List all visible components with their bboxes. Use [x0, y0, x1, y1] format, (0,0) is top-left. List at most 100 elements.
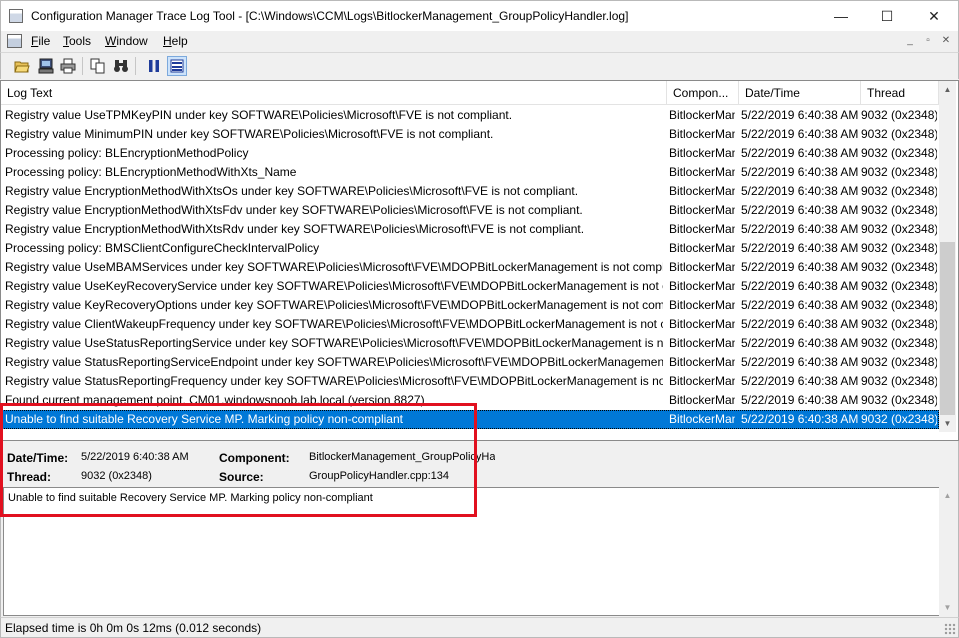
- log-row-datetime: 5/22/2019 6:40:38 AM: [741, 279, 859, 293]
- log-row[interactable]: Processing policy: BLEncryptionMethodWit…: [1, 163, 939, 182]
- log-row[interactable]: Registry value UseStatusReportingService…: [1, 334, 939, 353]
- thread-value: 9032 (0x2348): [81, 470, 152, 482]
- minimize-button[interactable]: —: [818, 1, 864, 31]
- column-header-log-text[interactable]: Log Text: [1, 81, 667, 105]
- log-row-text: Registry value StatusReportingFrequency …: [5, 374, 663, 388]
- log-row-datetime: 5/22/2019 6:40:38 AM: [741, 203, 859, 217]
- column-header-thread[interactable]: Thread: [861, 81, 939, 105]
- log-row-thread: 9032 (0x2348): [861, 355, 937, 369]
- log-row[interactable]: Registry value ClientWakeupFrequency und…: [1, 315, 939, 334]
- log-row[interactable]: Registry value EncryptionMethodWithXtsRd…: [1, 220, 939, 239]
- log-row[interactable]: Unable to find suitable Recovery Service…: [1, 410, 939, 429]
- message-textbox[interactable]: Unable to find suitable Recovery Service…: [3, 487, 939, 616]
- datetime-label: Date/Time:: [7, 451, 69, 465]
- log-row-datetime: 5/22/2019 6:40:38 AM: [741, 374, 859, 388]
- log-row-thread: 9032 (0x2348): [861, 108, 937, 122]
- maximize-button[interactable]: ☐: [864, 1, 910, 31]
- print-icon[interactable]: [58, 56, 78, 76]
- message-vertical-scrollbar[interactable]: ▲ ▼: [939, 487, 956, 616]
- log-row[interactable]: Processing policy: BLEncryptionMethodPol…: [1, 144, 939, 163]
- log-row-component: BitlockerMan: [669, 260, 735, 274]
- log-row-component: BitlockerMan: [669, 355, 735, 369]
- log-list-header: Log Text Compon... Date/Time Thread: [1, 81, 939, 105]
- log-row-thread: 9032 (0x2348): [861, 336, 937, 350]
- scroll-down-icon[interactable]: ▼: [939, 599, 956, 616]
- log-row-text: Found current management point, CM01.win…: [5, 393, 425, 407]
- log-row[interactable]: Registry value StatusReportingFrequency …: [1, 372, 939, 391]
- log-row-datetime: 5/22/2019 6:40:38 AM: [741, 241, 859, 255]
- log-row-datetime: 5/22/2019 6:40:38 AM: [741, 317, 859, 331]
- log-row-text: Processing policy: BMSClientConfigureChe…: [5, 241, 320, 255]
- close-button[interactable]: ✕: [911, 1, 957, 31]
- window-title: Configuration Manager Trace Log Tool - […: [31, 9, 629, 23]
- mdi-minimize-button[interactable]: _: [903, 34, 917, 47]
- log-row[interactable]: Registry value MinimumPIN under key SOFT…: [1, 125, 939, 144]
- source-label: Source:: [219, 470, 264, 484]
- log-row-thread: 9032 (0x2348): [861, 203, 937, 217]
- mdi-restore-button[interactable]: ▫: [921, 34, 935, 47]
- log-row[interactable]: Registry value EncryptionMethodWithXtsFd…: [1, 201, 939, 220]
- menu-tools[interactable]: Tools: [63, 34, 91, 48]
- log-rows: Registry value UseTPMKeyPIN under key SO…: [1, 106, 939, 440]
- log-row-thread: 9032 (0x2348): [861, 298, 937, 312]
- log-vertical-scrollbar[interactable]: ▲ ▼: [939, 81, 956, 432]
- log-row-component: BitlockerMan: [669, 412, 735, 426]
- log-row-component: BitlockerMan: [669, 203, 735, 217]
- mdi-close-button[interactable]: ✕: [939, 34, 953, 47]
- menu-file[interactable]: File: [31, 34, 50, 48]
- log-row[interactable]: Registry value UseMBAMServices under key…: [1, 258, 939, 277]
- log-list[interactable]: Log Text Compon... Date/Time Thread Regi…: [0, 80, 959, 441]
- log-row-datetime: 5/22/2019 6:40:38 AM: [741, 165, 859, 179]
- log-row[interactable]: Registry value UseKeyRecoveryService und…: [1, 277, 939, 296]
- menu-window[interactable]: Window: [105, 34, 148, 48]
- scroll-up-icon[interactable]: ▲: [939, 487, 956, 504]
- menu-help[interactable]: Help: [163, 34, 188, 48]
- log-row-component: BitlockerMan: [669, 165, 735, 179]
- log-row-component: BitlockerMan: [669, 184, 735, 198]
- resize-grip-icon[interactable]: [944, 623, 956, 635]
- column-header-datetime[interactable]: Date/Time: [739, 81, 861, 105]
- datetime-value: 5/22/2019 6:40:38 AM: [81, 451, 189, 463]
- copy-icon[interactable]: [88, 56, 108, 76]
- column-header-component[interactable]: Compon...: [667, 81, 739, 105]
- status-text: Elapsed time is 0h 0m 0s 12ms (0.012 sec…: [5, 621, 262, 635]
- log-row-thread: 9032 (0x2348): [861, 317, 937, 331]
- highlight-icon[interactable]: [167, 56, 187, 76]
- component-value: BitlockerManagement_GroupPolicyHand: [309, 451, 495, 463]
- app-icon: [9, 9, 23, 23]
- log-row-text: Registry value UseKeyRecoveryService und…: [5, 279, 663, 293]
- find-icon[interactable]: [111, 56, 131, 76]
- log-row[interactable]: Registry value KeyRecoveryOptions under …: [1, 296, 939, 315]
- log-row[interactable]: Registry value EncryptionMethodWithXtsOs…: [1, 182, 939, 201]
- log-row-thread: 9032 (0x2348): [861, 412, 937, 426]
- title-bar[interactable]: Configuration Manager Trace Log Tool - […: [0, 0, 959, 31]
- log-row[interactable]: Processing policy: BMSClientConfigureChe…: [1, 239, 939, 258]
- log-row-text: Registry value ClientWakeupFrequency und…: [5, 317, 663, 331]
- open-remote-icon[interactable]: [36, 56, 56, 76]
- toolbar-separator: [135, 57, 136, 75]
- document-icon[interactable]: [7, 34, 22, 48]
- log-row-text: Registry value EncryptionMethodWithXtsOs…: [5, 184, 579, 198]
- log-row-text: Registry value UseTPMKeyPIN under key SO…: [5, 108, 513, 122]
- log-row-datetime: 5/22/2019 6:40:38 AM: [741, 108, 859, 122]
- log-row-datetime: 5/22/2019 6:40:38 AM: [741, 355, 859, 369]
- log-row-text: Registry value StatusReportingServiceEnd…: [5, 355, 663, 369]
- log-row[interactable]: Found current management point, CM01.win…: [1, 391, 939, 410]
- open-icon[interactable]: [12, 56, 32, 76]
- log-row-thread: 9032 (0x2348): [861, 146, 937, 160]
- log-row-component: BitlockerMan: [669, 336, 735, 350]
- log-row-text: Registry value UseMBAMServices under key…: [5, 260, 663, 274]
- scroll-up-icon[interactable]: ▲: [939, 81, 956, 98]
- log-row[interactable]: Registry value UseTPMKeyPIN under key SO…: [1, 106, 939, 125]
- log-row-text: Registry value EncryptionMethodWithXtsFd…: [5, 203, 583, 217]
- log-row-datetime: 5/22/2019 6:40:38 AM: [741, 393, 859, 407]
- log-row[interactable]: Registry value StatusReportingServiceEnd…: [1, 353, 939, 372]
- details-pane: Date/Time: 5/22/2019 6:40:38 AM Componen…: [0, 441, 959, 617]
- message-text: Unable to find suitable Recovery Service…: [8, 492, 373, 504]
- scroll-down-icon[interactable]: ▼: [939, 415, 956, 432]
- pause-icon[interactable]: [144, 56, 164, 76]
- log-row-text: Registry value UseStatusReportingService…: [5, 336, 663, 350]
- scroll-thumb[interactable]: [940, 242, 955, 415]
- log-row-component: BitlockerMan: [669, 279, 735, 293]
- log-row-thread: 9032 (0x2348): [861, 260, 937, 274]
